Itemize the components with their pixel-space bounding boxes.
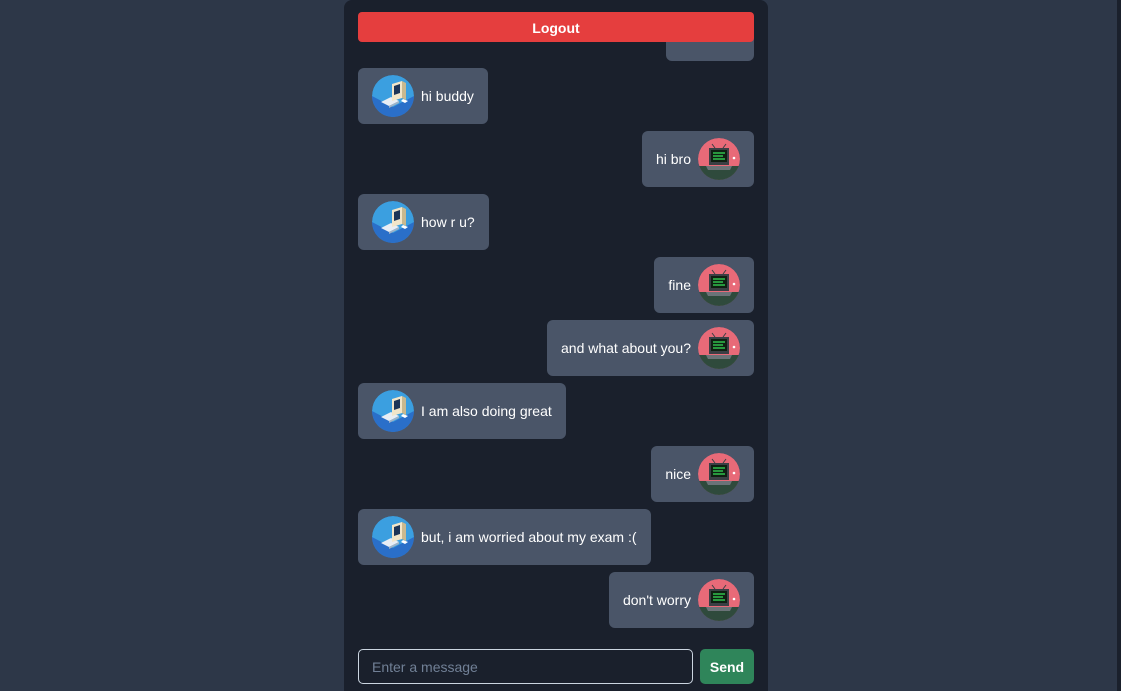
message-bubble-received: but, i am worried about my exam :( xyxy=(358,509,651,565)
message-bubble-sent: nice xyxy=(651,446,754,502)
message-text: but, i am worried about my exam :( xyxy=(421,529,637,545)
message-text: and what about you? xyxy=(561,340,691,356)
red-terminal-avatar-icon xyxy=(698,579,740,621)
message-text: hi bro xyxy=(655,151,691,167)
blue-computer-avatar-icon xyxy=(372,201,414,243)
window-edge xyxy=(1117,0,1121,691)
logout-button[interactable]: Logout xyxy=(358,12,754,42)
message-bubble-sent: don't worry xyxy=(608,572,754,628)
red-terminal-avatar-icon xyxy=(698,327,740,369)
message-text: I am also doing great xyxy=(421,403,552,419)
message-bubble-sent: hi bro xyxy=(641,131,754,187)
message-bubble-received: how r u? xyxy=(358,194,489,250)
message-bubble-sent: and what about you? xyxy=(547,320,754,376)
message-bubble-sent: fine xyxy=(654,257,754,313)
send-button[interactable]: Send xyxy=(700,649,754,684)
blue-computer-avatar-icon xyxy=(372,516,414,558)
red-terminal-avatar-icon xyxy=(698,453,740,495)
blue-computer-avatar-icon xyxy=(372,390,414,432)
chat-panel: Logout hi buddy hi bro how r u? fine and… xyxy=(344,0,768,691)
red-terminal-avatar-icon xyxy=(698,264,740,306)
message-text: don't worry xyxy=(622,592,691,608)
message-bubble-received: I am also doing great xyxy=(358,383,566,439)
message-composer: Send xyxy=(358,649,754,684)
message-bubble-received: hi buddy xyxy=(358,68,488,124)
message-text: hi buddy xyxy=(421,88,474,104)
message-text: fine xyxy=(668,277,691,293)
red-terminal-avatar-icon xyxy=(698,138,740,180)
message-text: nice xyxy=(665,466,691,482)
message-list[interactable]: hi buddy hi bro how r u? fine and what a… xyxy=(358,0,754,638)
blue-computer-avatar-icon xyxy=(372,75,414,117)
message-input[interactable] xyxy=(358,649,693,684)
message-text: how r u? xyxy=(421,214,475,230)
